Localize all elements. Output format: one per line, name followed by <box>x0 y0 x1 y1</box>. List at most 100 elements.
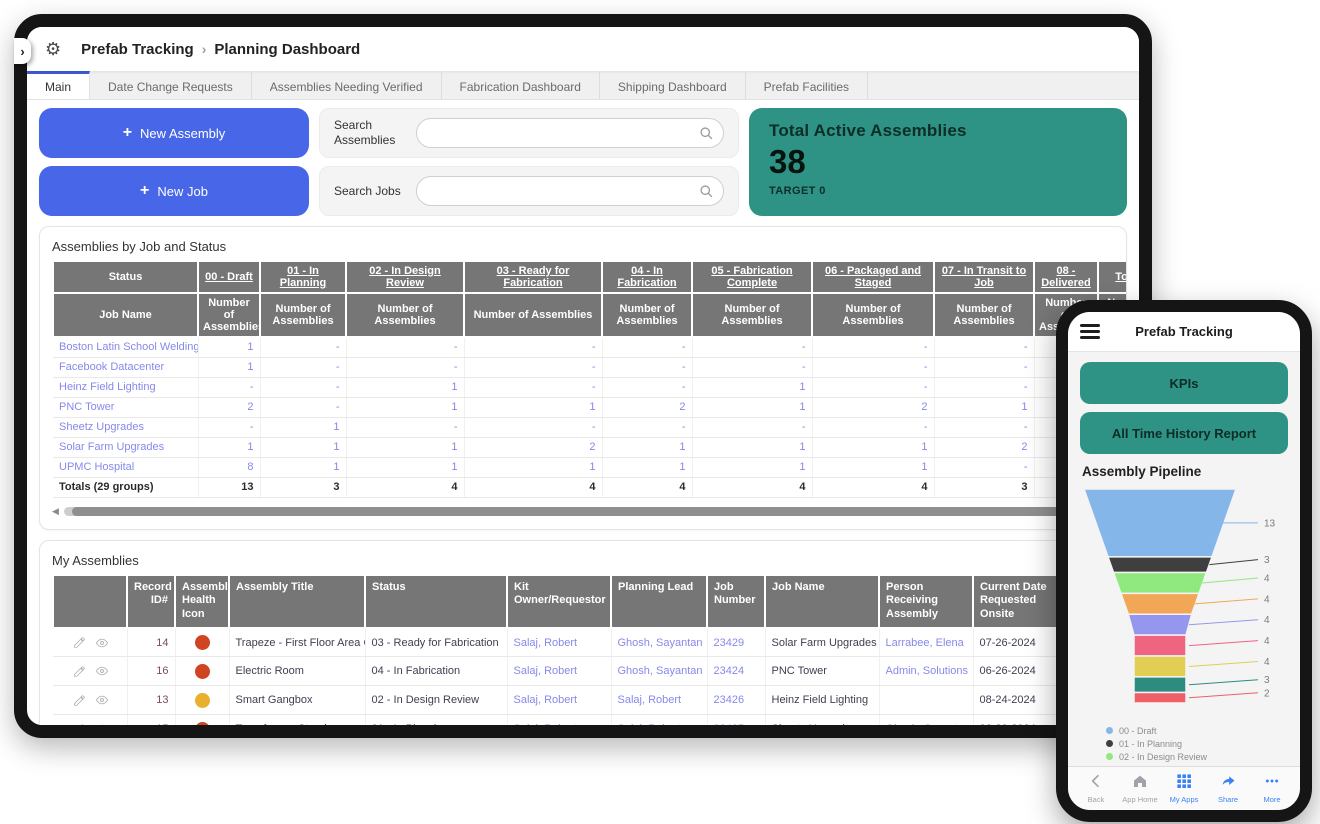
tab-prefab-facilities[interactable]: Prefab Facilities <box>746 71 868 99</box>
count-cell: 1 <box>602 457 692 477</box>
status-column-link[interactable]: 04 - In Fabrication <box>617 265 676 289</box>
column-header-assembly-title: Assembly Title <box>229 575 365 628</box>
job-link[interactable]: PNC Tower <box>53 397 198 417</box>
status-column-link[interactable]: 08 - Delivered <box>1041 265 1091 289</box>
edit-icon[interactable] <box>73 694 86 707</box>
funnel-leader-line <box>1189 620 1258 625</box>
job-link[interactable]: Solar Farm Upgrades <box>53 437 198 457</box>
edit-icon[interactable] <box>73 636 86 649</box>
tab-assemblies-needing-verified[interactable]: Assemblies Needing Verified <box>252 71 442 99</box>
view-icon[interactable] <box>95 636 109 650</box>
all-time-history-report-button[interactable]: All Time History Report <box>1080 412 1288 454</box>
search-jobs-input[interactable] <box>426 184 699 198</box>
status-column-link[interactable]: 03 - Ready for Fabrication <box>497 265 570 289</box>
tab-main[interactable]: Main <box>27 71 90 99</box>
job-number-link[interactable]: 23426 <box>707 686 765 715</box>
status-column-header-04-in-fabrication: 04 - In Fabrication <box>602 261 692 293</box>
health-cell <box>175 628 229 657</box>
assemblies-by-job-card: Assemblies by Job and Status Status00 - … <box>39 226 1127 530</box>
job-link[interactable]: Boston Latin School Welding <box>53 337 198 357</box>
status-column-link[interactable]: 07 - In Transit to Job <box>942 265 1026 289</box>
status-column-link[interactable]: 06 - Packaged and Staged <box>825 265 921 289</box>
view-icon[interactable] <box>95 693 109 707</box>
health-cell <box>175 715 229 738</box>
breadcrumb-app[interactable]: Prefab Tracking <box>81 41 194 58</box>
job-link[interactable]: UPMC Hospital <box>53 457 198 477</box>
planning-lead-link[interactable]: Ghosh, Sayantan <box>611 657 707 686</box>
job-number-link[interactable]: 23425 <box>707 715 765 738</box>
status-column-link[interactable]: 01 - In Planning <box>280 265 326 289</box>
tab-fabrication-dashboard[interactable]: Fabrication Dashboard <box>442 71 600 99</box>
view-icon[interactable] <box>95 722 109 736</box>
scrollbar-thumb[interactable] <box>72 507 1080 516</box>
count-cell: - <box>464 377 602 397</box>
record-id: 16 <box>127 657 175 686</box>
legend-label: 02 - In Design Review <box>1119 752 1207 762</box>
nav-label: Share <box>1218 795 1238 804</box>
person-receiving-link[interactable] <box>879 686 973 715</box>
tab-shipping-dashboard[interactable]: Shipping Dashboard <box>600 71 746 99</box>
count-cell: - <box>602 377 692 397</box>
count-cell: 1 <box>346 397 464 417</box>
home-icon <box>1132 773 1148 794</box>
funnel-segment-07-in-transit-to-job <box>1134 677 1186 693</box>
assembly-status: 02 - In Design Review <box>365 686 507 715</box>
gear-icon[interactable]: ⚙ <box>45 39 61 60</box>
kit-owner-link[interactable]: Salaj, Robert <box>507 628 611 657</box>
job-link[interactable]: Facebook Datacenter <box>53 357 198 377</box>
status-column-link[interactable]: 05 - Fabrication Complete <box>711 265 792 289</box>
count-cell: - <box>692 357 812 377</box>
count-cell: - <box>260 357 346 377</box>
job-link[interactable]: Heinz Field Lighting <box>53 377 198 397</box>
nav-item-share[interactable]: Share <box>1206 773 1250 804</box>
plus-icon: + <box>140 182 149 200</box>
scroll-left-arrow[interactable]: ◀ <box>52 506 59 517</box>
status-column-link[interactable]: Total <box>1115 271 1127 283</box>
status-column-link[interactable]: 00 - Draft <box>205 271 253 283</box>
kit-owner-link[interactable]: Salaj, Robert <box>507 657 611 686</box>
person-receiving-link[interactable]: Admin, Solutions <box>879 657 973 686</box>
kit-owner-link[interactable]: Salaj, Robert <box>507 715 611 738</box>
totals-cell: 4 <box>692 477 812 497</box>
column-header-person-receiving-assembly: Person Receiving Assembly <box>879 575 973 628</box>
job-link[interactable]: Sheetz Upgrades <box>53 417 198 437</box>
nav-item-app-home[interactable]: App Home <box>1118 773 1162 804</box>
nav-label: More <box>1263 795 1280 804</box>
tab-date-change-requests[interactable]: Date Change Requests <box>90 71 252 99</box>
view-icon[interactable] <box>95 664 109 678</box>
nav-item-more[interactable]: More <box>1250 773 1294 804</box>
job-number-link[interactable]: 23424 <box>707 657 765 686</box>
search-assemblies-input[interactable] <box>426 126 699 140</box>
date-requested: 07-26-2024 <box>973 628 1065 657</box>
count-cell: 1 <box>464 457 602 477</box>
kpi-value: 38 <box>769 143 1107 181</box>
status-column-link[interactable]: 02 - In Design Review <box>369 265 441 289</box>
sidebar-expand-chevron[interactable]: › <box>14 38 31 64</box>
status-column-header-05-fabrication-complete: 05 - Fabrication Complete <box>692 261 812 293</box>
person-receiving-link[interactable]: Larrabee, Elena <box>879 628 973 657</box>
count-cell: - <box>692 337 812 357</box>
count-cell: - <box>602 337 692 357</box>
edit-icon[interactable] <box>73 665 86 678</box>
planning-lead-link[interactable]: Salaj, Robert <box>611 715 707 738</box>
new-assembly-button[interactable]: + New Assembly <box>39 108 309 158</box>
column-header-kit-owner-requestor: Kit Owner/Requestor <box>507 575 611 628</box>
planning-lead-link[interactable]: Salaj, Robert <box>611 686 707 715</box>
horizontal-scrollbar[interactable]: ◀ <box>52 506 1114 517</box>
person-receiving-link[interactable]: Ghosh, Sayantan <box>879 715 973 738</box>
count-cell: - <box>260 397 346 417</box>
assembly-title: Electric Room <box>229 657 365 686</box>
funnel-segment-05-fabrication-complete <box>1134 635 1186 656</box>
planning-lead-link[interactable]: Ghosh, Sayantan <box>611 628 707 657</box>
hamburger-menu-icon[interactable] <box>1080 324 1100 339</box>
kpis-button[interactable]: KPIs <box>1080 362 1288 404</box>
nav-item-back[interactable]: Back <box>1074 773 1118 804</box>
nav-item-my-apps[interactable]: My Apps <box>1162 773 1206 804</box>
phone-app-title: Prefab Tracking <box>1100 324 1268 339</box>
edit-icon[interactable] <box>73 723 86 736</box>
count-cell: 1 <box>812 437 934 457</box>
job-number-link[interactable]: 23429 <box>707 628 765 657</box>
count-cell: 8 <box>198 457 260 477</box>
kit-owner-link[interactable]: Salaj, Robert <box>507 686 611 715</box>
new-job-button[interactable]: + New Job <box>39 166 309 216</box>
